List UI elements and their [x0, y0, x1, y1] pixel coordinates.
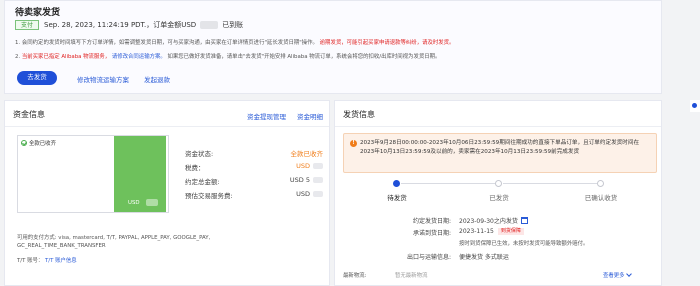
total-amount-label: 约定总金额:	[185, 178, 220, 186]
tax-value: USD	[296, 162, 323, 170]
fund-bar	[114, 136, 166, 212]
promise-date-value: 2023-11-15 到货保障	[459, 228, 524, 235]
tt-account-row: T/T 账号： T/T 账户信息	[17, 258, 77, 264]
payment-status-row: 支付 Sep. 28, 2023, 11:24:19 PDT.，订单金额USD …	[15, 20, 243, 30]
amount-redacted	[200, 21, 219, 29]
chart-legend: 全款已收齐	[21, 139, 56, 147]
tt-account-link[interactable]: T/T 账户信息	[45, 258, 77, 264]
shipping-alert-text: 2023年9月28日00:00:00-2023年10月06日23:59:59期间…	[360, 140, 640, 155]
service-fee-label: 预估交易服务费:	[185, 192, 233, 200]
step-connector	[401, 183, 495, 184]
latest-logistics-label: 最新物流:	[343, 273, 367, 279]
step-dot-shipped	[495, 180, 502, 187]
fund-bar-label: USD	[128, 200, 140, 206]
promise-date-label: 承诺到货日期:	[412, 230, 451, 237]
check-circle-icon	[21, 140, 27, 146]
order-status-card: 待卖家发货 支付 Sep. 28, 2023, 11:24:19 PDT.，订单…	[4, 0, 662, 94]
order-status-title: 待卖家发货	[15, 8, 61, 18]
delivery-guarantee-badge: 到货保障	[497, 228, 524, 235]
step-label-received: 已确认收货	[584, 194, 618, 202]
promised-date-value: 2023-09-30之内发货	[459, 216, 528, 225]
panel-divider	[5, 126, 329, 127]
see-more-link[interactable]: 查看更多	[603, 271, 632, 279]
tax-label: 税费：	[185, 164, 205, 172]
ship-button[interactable]: 去发货	[17, 71, 57, 85]
fund-status-label: 资金状态:	[185, 150, 214, 158]
paid-badge: 支付	[15, 20, 40, 30]
order-note-1: 1. 会同约定的发货时间填写下方订单详情，如需调整发货日期，可与买家沟通，由买家…	[15, 40, 455, 46]
step-label-shipped: 已发货	[489, 194, 509, 202]
total-amount-value: USD 5	[290, 176, 323, 184]
warning-icon: !	[350, 140, 357, 147]
fund-status-value: 全款已收齐	[290, 150, 324, 158]
export-transport-value: 便捷发货 多式联运	[459, 254, 509, 261]
calendar-icon[interactable]	[520, 217, 528, 224]
latest-logistics-value: 暂无最新物流	[395, 273, 428, 279]
shipping-alert: ! 2023年9月28日00:00:00-2023年10月06日23:59:59…	[343, 133, 657, 173]
fund-bar-redacted	[146, 199, 158, 206]
shipping-steps: 待发货 已发货 已确认收货	[343, 179, 657, 205]
refund-link[interactable]: 发起退款	[144, 74, 170, 84]
withdraw-management-link[interactable]: 资金提现管理	[247, 111, 286, 121]
order-note-2: 2. 当前买家已指定 Alibaba 物流服务， 请修改合同运输方案。 如果您已…	[15, 54, 441, 60]
fund-info-title: 资金信息	[13, 110, 45, 119]
floating-help-button[interactable]	[690, 100, 700, 112]
fund-chart: 全款已收齐 USD	[17, 135, 169, 213]
modify-logistics-link[interactable]: 修改物流运输方案	[77, 74, 129, 84]
step-connector	[503, 183, 597, 184]
paid-text-suffix: 已到账	[222, 21, 244, 29]
fund-detail-link[interactable]: 资金明细	[297, 111, 323, 121]
promised-date-label: 约定发货日期:	[412, 218, 451, 225]
shipping-info-panel: 发货信息 ! 2023年9月28日00:00:00-2023年10月06日23:…	[334, 100, 662, 286]
chevron-down-icon	[625, 271, 632, 277]
export-transport-label: 出口与运输信息:	[406, 254, 451, 261]
modify-contract-link[interactable]: 请修改合同运输方案。	[112, 54, 166, 60]
delivery-guarantee-note: 按时到货保障已生效，未按时发货可能导致额外赔付。	[459, 241, 589, 247]
shipping-info-title: 发货信息	[343, 110, 375, 119]
step-dot-received	[597, 180, 604, 187]
payment-methods: 可用的支付方式: visa, mastercard, T/T, PAYPAL, …	[17, 235, 211, 249]
panel-divider	[335, 126, 661, 127]
step-dot-pending	[393, 180, 400, 187]
paid-text: Sep. 28, 2023, 11:24:19 PDT.，订单金额USD	[44, 21, 197, 29]
step-label-pending: 待发货	[387, 194, 407, 202]
service-fee-value: USD	[296, 190, 323, 198]
fund-info-panel: 资金信息 资金提现管理 资金明细 全款已收齐 USD 资金状态: 全款已收齐 税…	[4, 100, 330, 286]
